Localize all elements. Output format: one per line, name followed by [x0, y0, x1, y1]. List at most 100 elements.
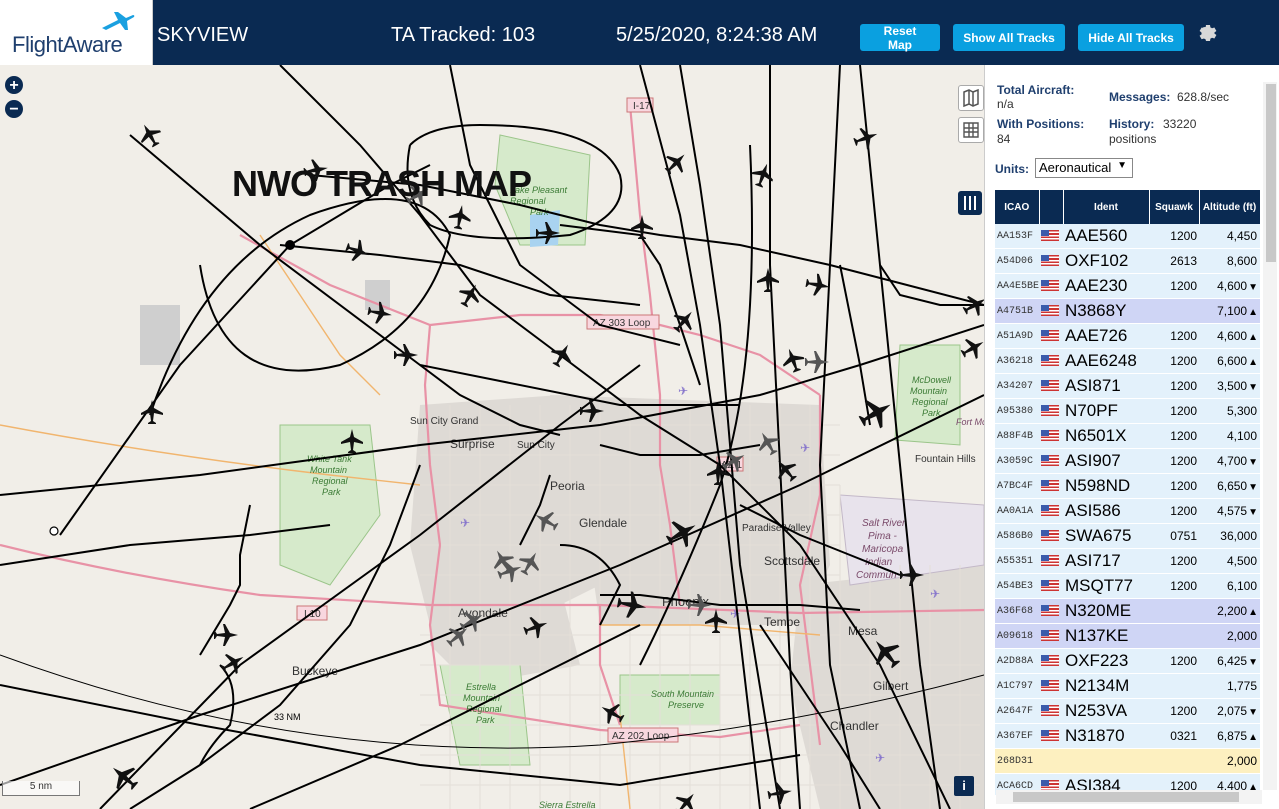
table-row[interactable]: A4751B N3868Y 7,100▲ [995, 298, 1260, 324]
table-row[interactable]: A55351 ASI717 1200 4,500 [995, 548, 1260, 574]
flag-cell [1039, 573, 1063, 599]
flag-cell [1039, 748, 1063, 774]
zoom-out-button[interactable]: − [5, 100, 23, 118]
scrollbar-thumb[interactable] [1266, 84, 1276, 262]
squawk-cell [1149, 623, 1199, 649]
col-header-squawk[interactable]: Squawk [1149, 190, 1200, 224]
table-row[interactable]: A88F4B N6501X 1200 4,100 [995, 423, 1260, 449]
icao-cell: A7BC4F [995, 473, 1039, 499]
units-label: Units: [995, 162, 1029, 176]
altitude-value: 6,875 [1217, 729, 1248, 743]
col-header-ident[interactable]: Ident [1063, 190, 1150, 224]
total-aircraft-value: n/a [997, 97, 1014, 111]
table-row[interactable]: A54BE3 MSQT77 1200 6,100 [995, 573, 1260, 599]
altitude-cell: 2,000 [1199, 623, 1260, 649]
altitude-cell: 6,875▲ [1199, 723, 1260, 749]
altitude-trend: ▲ [1248, 332, 1258, 343]
ident-cell: ASI586 [1063, 498, 1149, 524]
altitude-cell: 4,450 [1199, 224, 1260, 249]
flag-cell [1039, 673, 1063, 699]
altitude-cell: 6,100 [1199, 573, 1260, 599]
ident-cell: N253VA [1063, 698, 1149, 724]
icao-cell: A586B0 [995, 523, 1039, 549]
table-row[interactable]: A2647F N253VA 1200 2,075▼ [995, 698, 1260, 724]
units-select[interactable]: Aeronautical ▼ [1035, 158, 1133, 178]
table-row[interactable]: A54D06 OXF102 2613 8,600 [995, 248, 1260, 274]
zoom-in-button[interactable]: + [5, 76, 23, 94]
svg-text:Sierra Estrella: Sierra Estrella [539, 800, 596, 809]
ident-cell: AAE560 [1063, 224, 1149, 249]
flight-map[interactable]: I-17 AZ 303 Loop I 10 AZ 202 Loop AZ 1 L… [0, 65, 984, 809]
table-row[interactable]: AA4E5BE AAE230 1200 4,600▼ [995, 273, 1260, 299]
messages-label: Messages: [1109, 90, 1171, 104]
show-all-tracks-button[interactable]: Show All Tracks [953, 24, 1065, 51]
table-row[interactable]: A1C797 N2134M 1,775 [995, 673, 1260, 699]
flag-cell [1039, 498, 1063, 524]
svg-text:Paradise Valley: Paradise Valley [742, 523, 811, 534]
flag-cell [1039, 248, 1063, 274]
col-header-flag[interactable] [1039, 190, 1064, 224]
ident-cell: N3868Y [1063, 298, 1149, 324]
top-header: FlightAware SKYVIEW TA Tracked: 103 5/25… [0, 0, 1279, 65]
ident-cell [1063, 748, 1149, 774]
icao-cell: A34207 [995, 373, 1039, 399]
altitude-trend: ▲ [1248, 307, 1258, 318]
total-aircraft-label: Total Aircraft: [997, 83, 1075, 97]
altitude-cell: 4,600▲ [1199, 323, 1260, 349]
table-row[interactable]: A34207 ASI871 1200 3,500▼ [995, 373, 1260, 399]
us-flag-icon [1041, 355, 1059, 367]
table-row[interactable]: AA0A1A ASI586 1200 4,575▼ [995, 498, 1260, 524]
svg-text:✈: ✈ [875, 751, 885, 765]
table-row[interactable]: A09618 N137KE 2,000 [995, 623, 1260, 649]
table-row[interactable]: A586B0 SWA675 0751 36,000 [995, 523, 1260, 549]
table-row[interactable]: A95380 N70PF 1200 5,300 [995, 398, 1260, 424]
altitude-value: 2,200 [1217, 604, 1248, 618]
col-header-altitude[interactable]: Altitude (ft) [1199, 190, 1260, 224]
us-flag-icon [1041, 705, 1059, 717]
table-row[interactable]: A3059C ASI907 1200 4,700▼ [995, 448, 1260, 474]
squawk-cell: 1200 [1149, 498, 1199, 524]
svg-text:McDowell: McDowell [912, 375, 952, 385]
table-row[interactable]: A36F68 N320ME 2,200▲ [995, 598, 1260, 624]
altitude-value: 36,000 [1220, 529, 1257, 543]
svg-text:Sun City Grand: Sun City Grand [410, 416, 478, 427]
table-row[interactable]: A2D88A OXF223 1200 6,425▼ [995, 648, 1260, 674]
info-icon[interactable]: i [954, 776, 974, 796]
svg-text:Mesa: Mesa [848, 624, 878, 638]
horizontal-scrollbar-thumb[interactable] [1013, 792, 1239, 802]
table-row[interactable]: A36218 AAE6248 1200 6,600▲ [995, 348, 1260, 374]
table-row[interactable]: A7BC4F N598ND 1200 6,650▼ [995, 473, 1260, 499]
col-header-icao[interactable]: ICAO [995, 190, 1040, 224]
grid-overlay-icon[interactable] [958, 117, 984, 143]
icao-cell: A2D88A [995, 648, 1039, 674]
reset-map-button[interactable]: Reset Map [860, 24, 940, 52]
squawk-cell: 1200 [1149, 224, 1199, 249]
altitude-trend: ▲ [1248, 357, 1258, 368]
altitude-value: 6,425 [1217, 654, 1248, 668]
table-row[interactable]: 268D31 2,000 [995, 748, 1260, 774]
column-toggle-icon[interactable] [958, 191, 982, 215]
table-row[interactable]: A51A9D AAE726 1200 4,600▲ [995, 323, 1260, 349]
svg-text:I 10: I 10 [304, 609, 321, 620]
ident-cell: N6501X [1063, 423, 1149, 449]
map-layers-icon[interactable] [958, 85, 984, 111]
us-flag-icon [1041, 505, 1059, 517]
svg-text:Glendale: Glendale [579, 516, 627, 530]
altitude-cell: 2,200▲ [1199, 598, 1260, 624]
icao-cell: A2647F [995, 698, 1039, 724]
tracked-count: TA Tracked: 103 [391, 24, 536, 46]
flag-cell [1039, 598, 1063, 624]
svg-text:Pima -: Pima - [868, 531, 898, 542]
aircraft-table[interactable]: ICAO Ident Squawk Altitude (ft) AA153F AA… [995, 190, 1260, 795]
hide-all-tracks-button[interactable]: Hide All Tracks [1078, 24, 1184, 51]
gear-icon[interactable] [1196, 22, 1220, 46]
altitude-cell: 4,700▼ [1199, 448, 1260, 474]
flag-cell [1039, 698, 1063, 724]
icao-cell: AA0A1A [995, 498, 1039, 524]
ident-cell: OXF102 [1063, 248, 1149, 274]
svg-text:✈: ✈ [800, 441, 810, 455]
table-row[interactable]: AA153F AAE560 1200 4,450 [995, 224, 1260, 249]
svg-text:South Mountain: South Mountain [651, 689, 714, 699]
flightaware-logo[interactable]: FlightAware [0, 0, 153, 65]
table-row[interactable]: A367EF N31870 0321 6,875▲ [995, 723, 1260, 749]
